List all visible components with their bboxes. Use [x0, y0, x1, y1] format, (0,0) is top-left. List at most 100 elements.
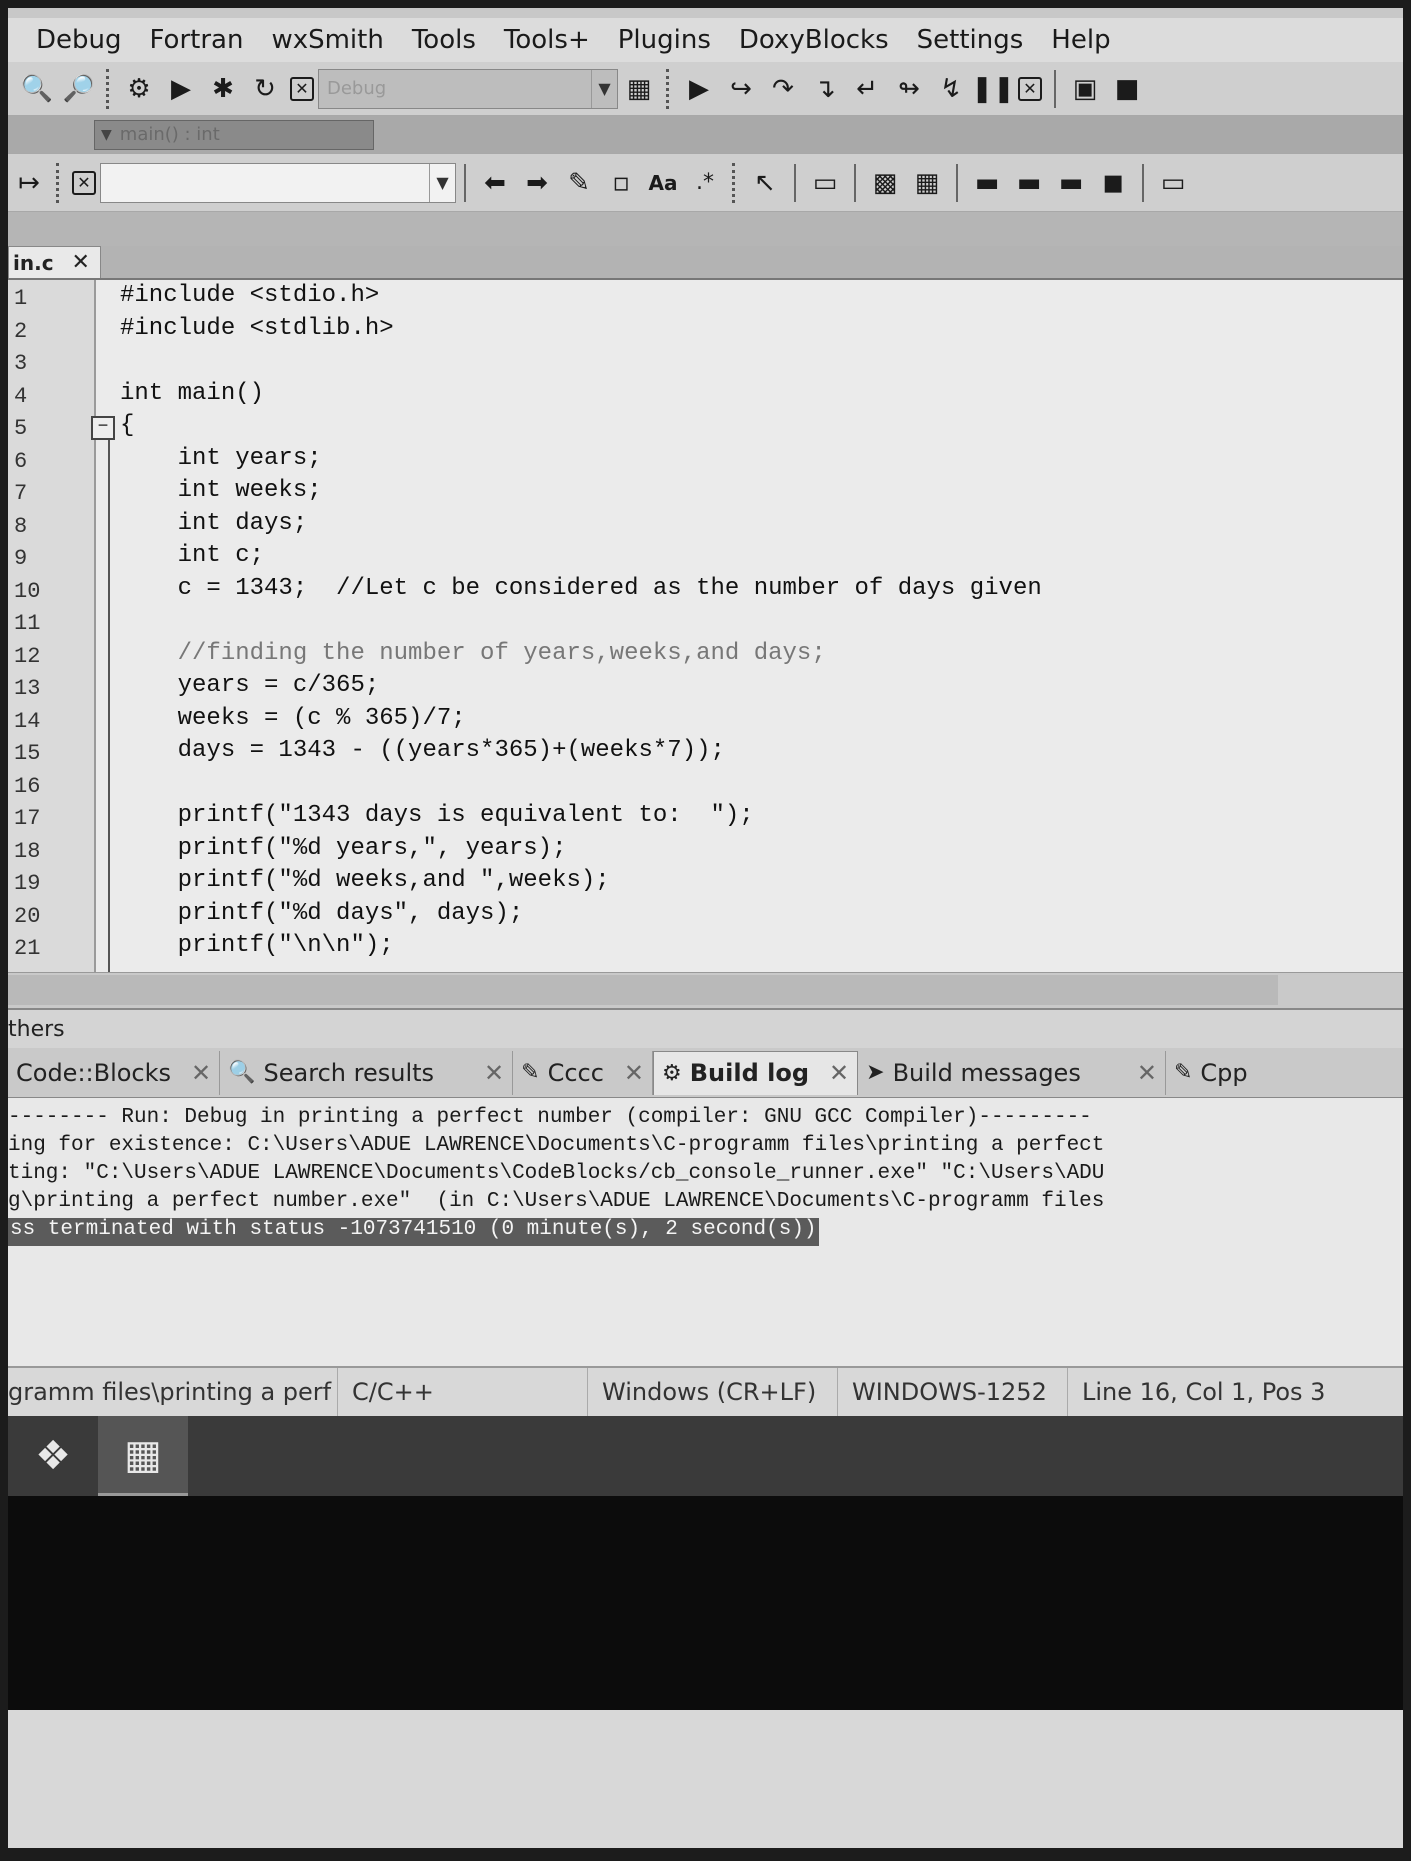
menu-tools[interactable]: Tools — [412, 25, 476, 55]
rebuild-icon[interactable]: ↻ — [248, 72, 282, 106]
search-replace-icon[interactable]: 🔎 — [62, 72, 96, 106]
toolbar-spacer — [8, 212, 1403, 246]
menu-doxyblocks[interactable]: DoxyBlocks — [739, 25, 889, 55]
pause-icon[interactable]: ❚❚ — [971, 72, 1015, 106]
rectangle-icon[interactable]: ▭ — [808, 166, 842, 200]
close-icon[interactable]: ✕ — [72, 250, 90, 275]
layout-full-icon[interactable]: ◼ — [1096, 166, 1130, 200]
selected-text-icon[interactable]: ▫ — [604, 166, 638, 200]
close-icon[interactable]: ✕ — [1137, 1059, 1157, 1087]
code-line: #include <stdio.h> — [120, 282, 380, 309]
dropbox-icon[interactable]: ❖ — [8, 1416, 98, 1496]
highlight-pen-icon[interactable]: ✎ — [562, 166, 596, 200]
layout-middle-icon[interactable]: ▬ — [1012, 166, 1046, 200]
menu-debug[interactable]: Debug — [36, 25, 122, 55]
menu-tools-plus[interactable]: Tools+ — [504, 25, 590, 55]
close-icon[interactable]: ✕ — [829, 1059, 849, 1087]
tab-cccc[interactable]: ✎ Cccc ✕ — [513, 1050, 654, 1095]
run-icon[interactable]: ▶ — [164, 72, 198, 106]
build-log-output[interactable]: -------- Run: Debug in printing a perfec… — [8, 1098, 1403, 1366]
various-info-icon[interactable]: ■ — [1110, 72, 1144, 106]
target-options-icon[interactable]: ▦ — [622, 72, 656, 106]
step-into-instruction-icon[interactable]: ↯ — [934, 72, 968, 106]
logs-panel-title: thers — [8, 1008, 1403, 1048]
search-combo[interactable]: ▼ — [100, 162, 456, 203]
step-into-icon[interactable]: ↴ — [808, 72, 842, 106]
code-line: days = 1343 - ((years*365)+(weeks*7)); — [120, 737, 725, 764]
tab-label: Build log — [689, 1059, 810, 1087]
menu-settings[interactable]: Settings — [917, 25, 1024, 55]
file-tab-label: in.c — [13, 250, 54, 275]
text-box-icon[interactable]: ▦ — [910, 166, 944, 200]
line-number: 7 — [14, 481, 28, 506]
build-gear-icon[interactable]: ⚙ — [122, 72, 156, 106]
close-icon[interactable]: ✕ — [191, 1059, 211, 1087]
clear-search-icon[interactable]: ✕ — [72, 170, 96, 195]
layout-top-icon[interactable]: ▬ — [970, 166, 1004, 200]
menu-fortran[interactable]: Fortran — [150, 25, 244, 55]
line-number: 12 — [14, 643, 41, 669]
line-number: 8 — [14, 513, 28, 539]
line-number: 3 — [14, 351, 28, 376]
line-number: 5 — [14, 416, 28, 441]
code-line: printf("%d weeks,and ",weeks); — [120, 867, 610, 894]
toolbar-grip-2[interactable] — [666, 68, 672, 109]
menu-bar: Debug Fortran wxSmith Tools Tools+ Plugi… — [8, 18, 1403, 62]
tab-build-log[interactable]: ⚙ Build log ✕ — [653, 1050, 859, 1095]
abort-icon[interactable]: ✕ — [290, 76, 314, 101]
next-line-icon[interactable]: ↷ — [766, 72, 800, 106]
run-to-cursor-icon[interactable]: ↪ — [724, 72, 758, 106]
frame-icon[interactable]: ▭ — [1156, 166, 1190, 200]
scrollbar-thumb[interactable] — [8, 975, 1278, 1005]
code-line: //finding the number of years,weeks,and … — [120, 639, 826, 667]
code-line: printf("\n\n"); — [120, 932, 394, 959]
toolbar-grip-3[interactable] — [56, 162, 62, 203]
jump-icon[interactable]: ↦ — [12, 166, 46, 200]
step-out-icon[interactable]: ↵ — [850, 72, 884, 106]
function-scope-select[interactable]: ▼ main() : int — [94, 119, 374, 150]
toolbar-grip[interactable] — [106, 68, 112, 109]
stop-debug-icon[interactable]: ✕ — [1018, 76, 1042, 101]
debug-start-icon[interactable]: ▶ — [682, 72, 716, 106]
match-case-icon[interactable]: Aa — [646, 166, 680, 200]
toolbar-separator — [956, 163, 958, 202]
pointer-icon[interactable]: ↖ — [748, 166, 782, 200]
image-box-icon[interactable]: ▩ — [868, 166, 902, 200]
toolbar-separator — [794, 163, 796, 202]
arrow-left-icon[interactable]: ⬅ — [478, 166, 512, 200]
line-number: 20 — [14, 903, 41, 929]
menu-wxsmith[interactable]: wxSmith — [271, 25, 383, 55]
toolbar-separator — [464, 163, 466, 202]
code-editor[interactable]: − 1 #include <stdio.h> 2 #include <stdlib.h… — [8, 278, 1403, 975]
tab-label: Code::Blocks — [16, 1058, 172, 1087]
menu-plugins[interactable]: Plugins — [618, 25, 711, 55]
build-target-select[interactable]: Debug ▼ — [318, 68, 618, 109]
build-run-icon[interactable]: ✱ — [206, 72, 240, 106]
tab-build-messages[interactable]: ➤ Build messages ✕ — [858, 1050, 1166, 1095]
toolbar-separator — [1142, 163, 1144, 202]
close-icon[interactable]: ✕ — [624, 1059, 644, 1087]
fold-toggle-icon[interactable]: − — [91, 416, 115, 440]
fold-line — [108, 430, 110, 975]
tab-cpp[interactable]: ✎ Cpp — [1166, 1051, 1256, 1095]
code-line: c = 1343; //Let c be considered as the n… — [120, 574, 1042, 602]
horizontal-scrollbar[interactable] — [8, 972, 1403, 1008]
code-line: weeks = (c % 365)/7; — [120, 704, 466, 732]
next-instruction-icon[interactable]: ↬ — [892, 72, 926, 106]
status-position: Line 16, Col 1, Pos 3 — [1082, 1378, 1326, 1406]
close-icon[interactable]: ✕ — [484, 1059, 504, 1087]
toolbar-grip-4[interactable] — [732, 162, 738, 203]
codeblocks-taskbar-icon[interactable]: ▦ — [98, 1416, 188, 1496]
tab-search-results[interactable]: 🔍 Search results ✕ — [220, 1050, 514, 1095]
arrow-right-icon[interactable]: ➡ — [520, 166, 554, 200]
regex-icon[interactable]: .* — [688, 166, 722, 200]
menu-help[interactable]: Help — [1051, 25, 1110, 55]
log-line: ing for existence: C:\Users\ADUE LAWRENC… — [8, 1134, 1105, 1157]
tab-main-c[interactable]: in.c ✕ — [8, 246, 101, 278]
tab-code-blocks[interactable]: Code::Blocks ✕ — [8, 1050, 221, 1095]
toolbar-separator — [854, 163, 856, 202]
build-target-value: Debug — [327, 78, 387, 99]
search-icon[interactable]: 🔍 — [20, 72, 54, 106]
layout-bottom-icon[interactable]: ▬ — [1054, 166, 1088, 200]
debug-windows-icon[interactable]: ▣ — [1068, 72, 1102, 106]
